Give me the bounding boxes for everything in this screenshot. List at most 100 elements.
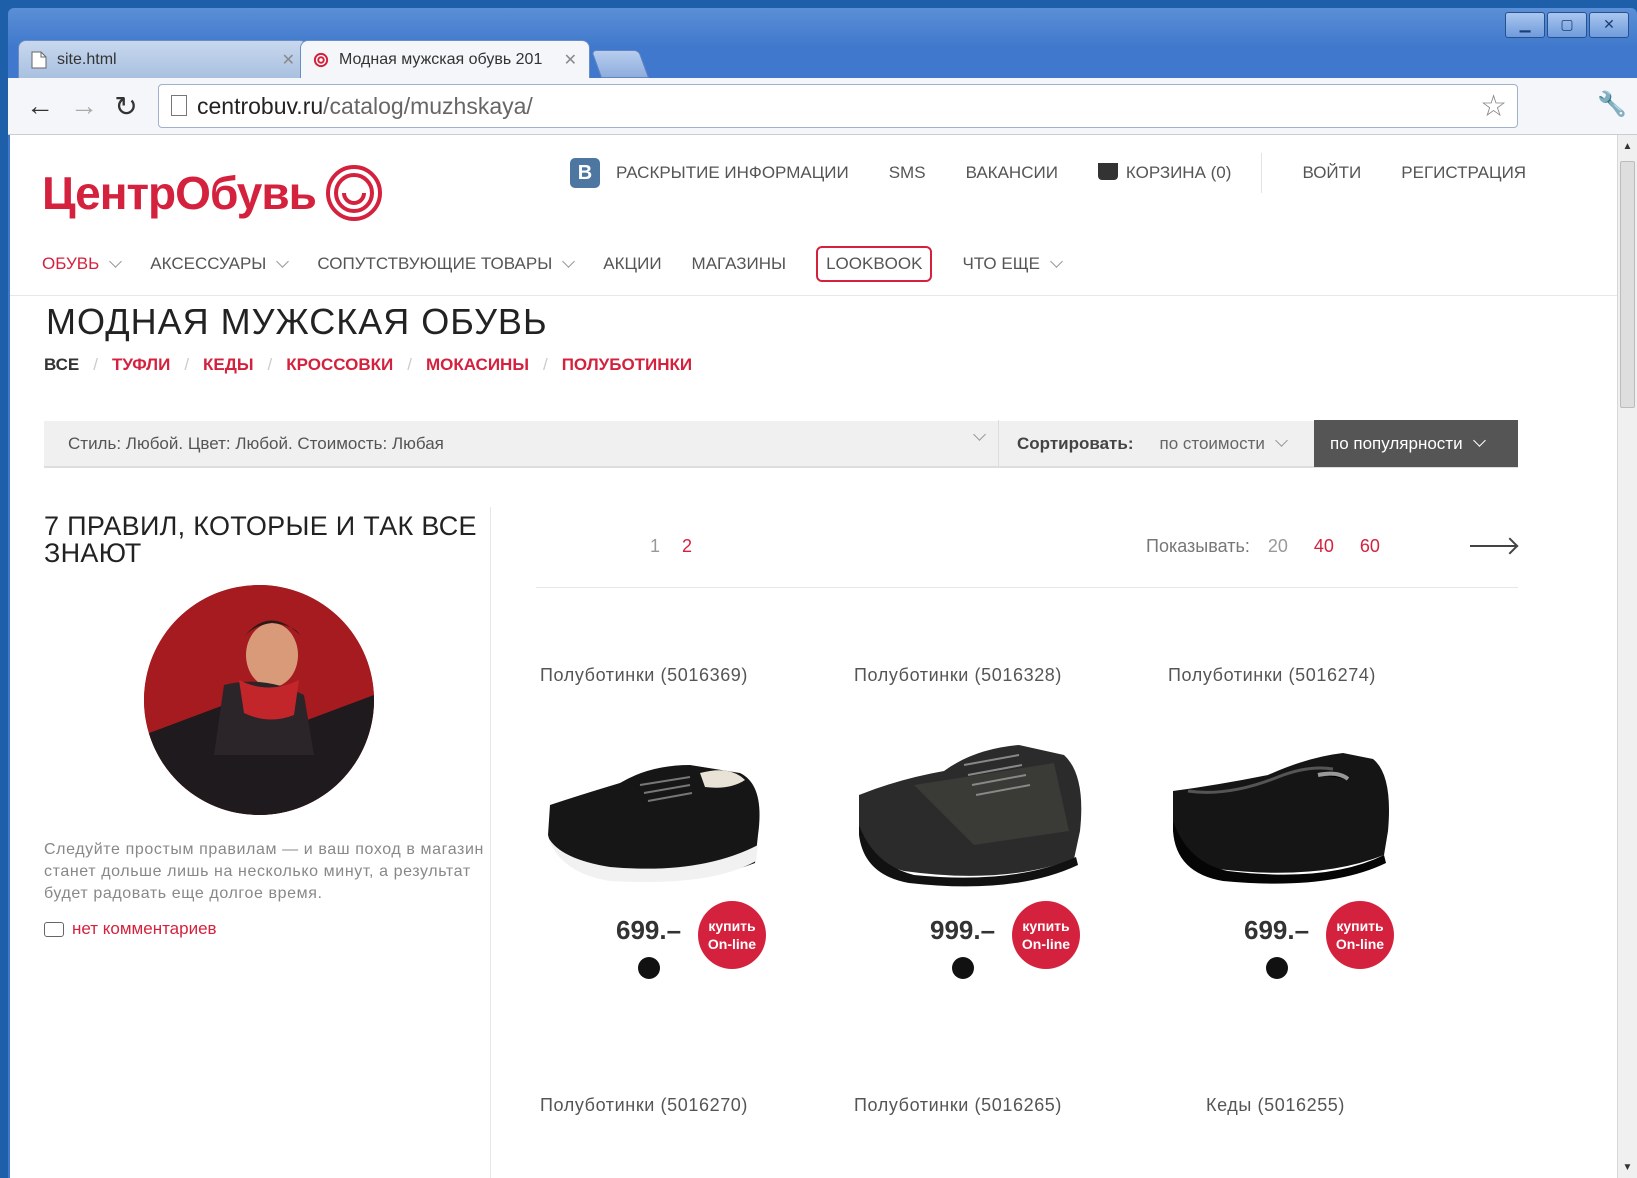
- sort-by-price[interactable]: по стоимости: [1160, 434, 1288, 454]
- online-label: On-line: [1335, 936, 1385, 952]
- color-swatch-black[interactable]: [638, 957, 660, 979]
- separator: /: [267, 355, 273, 374]
- category-filter: ВСЕ / ТУФЛИ / КЕДЫ / КРОССОВКИ / МОКАСИН…: [44, 355, 692, 375]
- product-image[interactable]: [1168, 735, 1408, 895]
- scroll-thumb[interactable]: [1620, 161, 1635, 408]
- nav-shoes[interactable]: ОБУВЬ: [42, 254, 123, 274]
- product-name[interactable]: Полуботинки (5016274): [1168, 665, 1468, 686]
- product-name[interactable]: Полуботинки (5016369): [540, 665, 840, 686]
- next-arrow-icon[interactable]: [1470, 545, 1516, 547]
- color-swatch-black[interactable]: [1266, 957, 1288, 979]
- filter-text: Стиль: Любой. Цвет: Любой. Стоимость: Лю…: [68, 433, 444, 453]
- comments-link[interactable]: нет комментариев: [44, 919, 484, 939]
- cart-bag-icon: [1097, 163, 1118, 180]
- online-label: On-line: [1021, 936, 1071, 952]
- forward-icon[interactable]: →: [66, 88, 102, 124]
- tab-active[interactable]: Модная мужская обувь 201 ✕: [300, 40, 590, 78]
- logo-circle-icon: [325, 165, 382, 221]
- nav-related[interactable]: СОПУТСТВУЮЩИЕ ТОВАРЫ: [317, 254, 576, 274]
- login-link[interactable]: ВОЙТИ: [1302, 163, 1361, 183]
- buy-online-button[interactable]: купить On-line: [1012, 901, 1080, 969]
- divider: [490, 507, 491, 1178]
- product-card[interactable]: Кеды (5016255): [1206, 1095, 1506, 1116]
- scroll-down-icon[interactable]: ▼: [1618, 1158, 1637, 1176]
- buy-online-button[interactable]: купить On-line: [698, 901, 766, 969]
- article-photo-art: [144, 585, 374, 815]
- article-photo[interactable]: [144, 585, 374, 815]
- separator: /: [184, 355, 190, 374]
- new-tab-button[interactable]: [590, 50, 650, 78]
- product-card[interactable]: Полуботинки (5016265): [854, 1095, 1154, 1116]
- divider: [1261, 153, 1263, 193]
- product-name[interactable]: Полуботинки (5016270): [540, 1095, 840, 1116]
- link-disclosure[interactable]: РАСКРЫТИЕ ИНФОРМАЦИИ: [616, 163, 849, 183]
- nav-related-label: СОПУТСТВУЮЩИЕ ТОВАРЫ: [317, 254, 553, 273]
- page-viewport: ЦентрОбувь В РАСКРЫТИЕ ИНФОРМАЦИИ SMS ВА…: [10, 135, 1618, 1178]
- page-size: Показывать: 20 40 60: [1146, 536, 1380, 557]
- page-title: МОДНАЯ МУЖСКАЯ ОБУВЬ: [46, 301, 548, 342]
- color-swatch-black[interactable]: [952, 957, 974, 979]
- page-1[interactable]: 1: [650, 536, 660, 557]
- tab-site-html[interactable]: site.html ✕: [18, 40, 308, 78]
- comment-bubble-icon: [44, 921, 64, 937]
- divider: [10, 295, 1618, 296]
- category-krossovki[interactable]: КРОССОВКИ: [286, 355, 393, 375]
- nav-more[interactable]: ЧТО ЕЩЕ: [962, 254, 1063, 274]
- page-size-40[interactable]: 40: [1314, 536, 1334, 557]
- tab-close-icon[interactable]: ✕: [282, 50, 295, 70]
- page-size-60[interactable]: 60: [1360, 536, 1380, 557]
- close-window-button[interactable]: ✕: [1589, 12, 1629, 38]
- tab-label: site.html: [57, 50, 117, 68]
- category-all[interactable]: ВСЕ: [44, 355, 79, 375]
- cart-label: КОРЗИНА (0): [1125, 163, 1232, 182]
- link-vacancies[interactable]: ВАКАНСИИ: [966, 163, 1058, 183]
- product-card[interactable]: Полуботинки (5016270): [540, 1095, 840, 1116]
- tab-close-icon[interactable]: ✕: [564, 50, 577, 70]
- product-image[interactable]: [540, 735, 780, 895]
- pagination: 1 2: [650, 536, 692, 557]
- reload-icon[interactable]: ↻: [108, 88, 144, 124]
- site-logo[interactable]: ЦентрОбувь: [42, 165, 382, 221]
- register-link[interactable]: РЕГИСТРАЦИЯ: [1401, 163, 1526, 183]
- address-bar[interactable]: centrobuv.ru/catalog/muzhskaya/ ☆: [158, 84, 1518, 128]
- nav-accessories[interactable]: АКСЕССУАРЫ: [150, 254, 290, 274]
- product-name[interactable]: Полуботинки (5016265): [854, 1095, 1154, 1116]
- page-size-20[interactable]: 20: [1268, 536, 1288, 557]
- page-2[interactable]: 2: [682, 536, 692, 557]
- filter-dropdown[interactable]: Стиль: Любой. Цвет: Любой. Стоимость: Лю…: [44, 427, 998, 454]
- vertical-scrollbar[interactable]: ▲ ▼: [1617, 135, 1637, 1178]
- scroll-up-icon[interactable]: ▲: [1618, 137, 1637, 155]
- chevron-down-icon: [562, 254, 576, 268]
- product-card[interactable]: Полуботинки (5016369) 699.– купить On-lin…: [540, 665, 840, 979]
- chevron-down-icon: [276, 254, 290, 268]
- link-sms[interactable]: SMS: [889, 163, 926, 183]
- nav-stores[interactable]: МАГАЗИНЫ: [692, 254, 787, 274]
- sort-by-popularity[interactable]: по популярности: [1314, 420, 1518, 467]
- product-name[interactable]: Кеды (5016255): [1206, 1095, 1506, 1116]
- minimize-button[interactable]: ▁: [1505, 12, 1545, 38]
- tab-label: Модная мужская обувь 201: [339, 50, 543, 68]
- product-card[interactable]: Полуботинки (5016274) 699.– купить On-lin…: [1168, 665, 1468, 979]
- window-controls: ▁ ▢ ✕: [1505, 12, 1629, 38]
- nav-lookbook[interactable]: LOOKBOOK: [816, 246, 933, 282]
- nav-promo[interactable]: АКЦИИ: [603, 254, 661, 274]
- category-tufli[interactable]: ТУФЛИ: [112, 355, 170, 375]
- product-card[interactable]: Полуботинки (5016328) 999.– купить On-lin…: [854, 665, 1154, 979]
- online-label: On-line: [707, 936, 757, 952]
- bookmark-star-icon[interactable]: ☆: [1480, 89, 1507, 124]
- category-polubotinki[interactable]: ПОЛУБОТИНКИ: [562, 355, 692, 375]
- product-image[interactable]: [854, 735, 1094, 895]
- vk-icon[interactable]: В: [570, 158, 600, 188]
- buy-online-button[interactable]: купить On-line: [1326, 901, 1394, 969]
- product-name[interactable]: Полуботинки (5016328): [854, 665, 1154, 686]
- page-icon: [171, 95, 187, 116]
- article-title[interactable]: 7 ПРАВИЛ, КОТОРЫЕ И ТАК ВСЕ ЗНАЮТ: [44, 513, 484, 567]
- maximize-button[interactable]: ▢: [1547, 12, 1587, 38]
- category-kedy[interactable]: КЕДЫ: [203, 355, 253, 375]
- browser-window: ▁ ▢ ✕ site.html ✕ Модная мужская обувь 2…: [8, 8, 1637, 1178]
- back-icon[interactable]: ←: [22, 88, 58, 124]
- wrench-menu-icon[interactable]: 🔧: [1597, 90, 1627, 119]
- category-mokasiny[interactable]: МОКАСИНЫ: [426, 355, 529, 375]
- cart-link[interactable]: КОРЗИНА (0): [1097, 163, 1232, 183]
- separator: /: [407, 355, 412, 374]
